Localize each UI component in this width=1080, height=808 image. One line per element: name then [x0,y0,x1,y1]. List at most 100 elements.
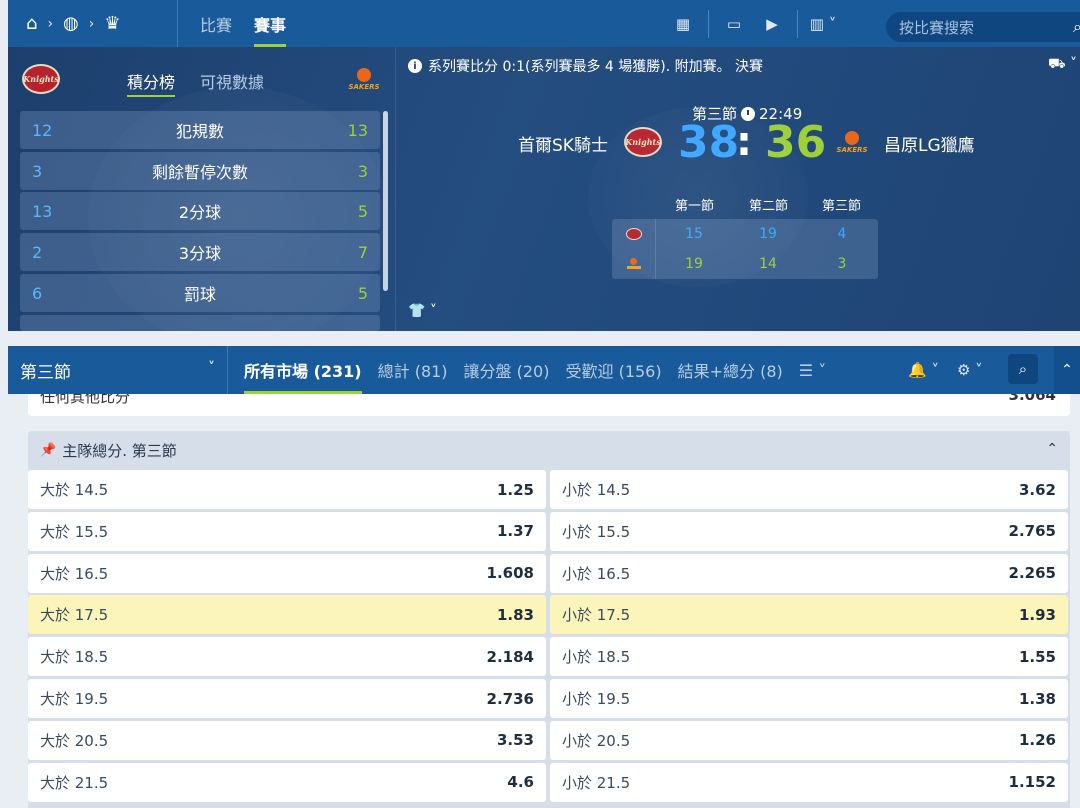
top-navigation: ⌂ › ◍ › ♛ 比賽 賽事 ▦ ▭ ▶ ▥ ˅ 按比賽搜索 ⌕ [8,0,1080,47]
search-icon[interactable]: ⌕ [1073,17,1080,37]
away-team-name: 昌原LG獵鷹 [884,136,975,156]
odds-value: 2.765 [1008,522,1056,541]
away-score: 36 [765,117,827,168]
market-search-icon[interactable]: ⌕ [1008,354,1038,384]
away-mini-logo [612,249,656,279]
series-info: i 系列賽比分 0:1(系列賽最多 4 場獲勝). 附加賽。 決賽 [408,56,763,76]
odds-label: 大於 16.5 [40,564,109,583]
over-odds-button[interactable]: 大於 16.5 1.608 [28,553,546,593]
home-team-logo: Knights [624,127,662,157]
tab-all-markets[interactable]: 所有市場 (231) [244,346,362,394]
trophy-icon[interactable]: ♛ [104,14,120,33]
odds-label: 小於 14.5 [562,481,631,499]
pin-icon[interactable]: 📌 [40,443,56,458]
tab-standings[interactable]: 積分榜 [127,69,176,97]
odds-label: 大於 18.5 [40,648,109,667]
tablet-icon[interactable]: ▭ [715,10,753,38]
odds-value: 1.37 [496,522,534,541]
list-menu-icon[interactable]: ☰ ˅ [799,346,826,394]
quarter-scores-table: 15 19 4 19 14 3 [612,219,878,279]
odds-label: 大於 21.5 [40,773,109,792]
scoreboard-icon[interactable]: ▦ [664,10,702,38]
odds-value: 1.55 [1018,647,1056,666]
divider [708,9,709,38]
quarter-header-3: 第三節 [822,199,862,214]
tab-popular[interactable]: 受歡迎 (156) [565,346,661,394]
odds-label: 大於 20.5 [40,731,109,750]
under-odds-button[interactable]: 小於 16.5 2.265 [550,553,1068,593]
odds-value: 3.53 [496,731,534,750]
home-icon[interactable]: ⌂ [26,14,37,33]
over-odds-button[interactable]: 大於 21.5 4.6 [28,762,546,802]
over-odds-button[interactable]: 大於 19.5 2.736 [28,679,546,718]
odds-label: 小於 20.5 [562,731,631,750]
under-odds-button[interactable]: 小於 15.5 2.765 [550,511,1068,551]
chevron-down-icon: ˅ [208,360,215,376]
collapse-icon[interactable]: ⌃ [1054,346,1080,394]
clock-icon [741,106,756,121]
market-title: 主隊總分. 第三節 [62,441,177,460]
quarter-header-1: 第一節 [675,199,715,214]
play-video-icon[interactable]: ▶ [753,10,791,38]
quarter-row-away: 19 14 3 [612,249,878,279]
odds-label: 大於 15.5 [40,522,109,541]
home-mini-logo [612,219,656,249]
lineup-shirt-icon[interactable]: 👕 ˅ [408,303,437,319]
stats-scrollbar[interactable] [383,111,388,291]
divider [797,9,798,38]
under-odds-button[interactable]: 小於 19.5 1.38 [550,679,1068,718]
tab-totals[interactable]: 總計 (81) [378,346,448,394]
odds-value: 1.38 [1018,689,1056,708]
gear-icon[interactable]: ⚙ ˅ [957,361,983,379]
stats-chart-icon[interactable]: ▥ ˅ [804,10,842,38]
tab-tournament[interactable]: 賽事 [254,0,287,47]
over-odds-button[interactable]: 大於 14.5 1.25 [28,470,546,509]
over-odds-button[interactable]: 大於 20.5 3.53 [28,720,546,760]
stadium-icon[interactable]: ⛟ ˅ [1048,56,1077,74]
odds-value: 1.93 [1018,605,1056,624]
tab-matches[interactable]: 比賽 [200,0,232,47]
over-odds-button[interactable]: 大於 17.5 1.83 [28,595,546,635]
home-team-name: 首爾SK騎士 [518,136,608,156]
odds-value: 3.62 [1018,480,1056,499]
search-input[interactable]: 按比賽搜索 ⌕ [886,12,1080,42]
odds-label: 小於 19.5 [562,690,631,708]
odds-value: 4.6 [507,773,534,792]
stat-row-2pt: 13 2分球 5 [20,192,380,230]
basketball-icon[interactable]: ◍ [63,14,79,33]
under-odds-button[interactable]: 小於 20.5 1.26 [550,720,1068,760]
market-section-header[interactable]: 📌 主隊總分. 第三節 ⌃ [28,431,1070,469]
scoreboard: Knights 積分榜 可視數據 SAKERS 12 犯規數 13 3 剩餘暫停… [8,47,1080,331]
stat-row-fouls: 12 犯規數 13 [20,111,380,149]
odds-value: 1.26 [1018,731,1056,750]
stat-row-free-throws: 6 罰球 5 [20,274,380,312]
under-odds-button[interactable]: 小於 21.5 1.152 [550,762,1068,802]
period-select[interactable]: 第三節 ˅ [8,346,228,394]
under-odds-button[interactable]: 小於 14.5 3.62 [550,470,1068,509]
under-odds-button[interactable]: 小於 18.5 1.55 [550,637,1068,677]
odds-value: 1.83 [496,605,534,624]
search-placeholder: 按比賽搜索 [899,18,975,37]
over-odds-button[interactable]: 大於 18.5 2.184 [28,637,546,677]
score-separator: : [736,119,752,165]
chevron-right-icon: › [47,15,54,32]
away-team-logo: SAKERS [832,127,872,157]
odds-label: 小於 15.5 [562,522,631,541]
market-tabs-bar: 第三節 ˅ 所有市場 (231) 總計 (81) 讓分盤 (20) 受歡迎 (1… [8,346,1080,394]
away-team-logo: SAKERS [344,64,384,94]
bell-icon[interactable]: 🔔 ˅ [908,361,939,379]
tab-handicap[interactable]: 讓分盤 (20) [464,346,550,394]
previous-market-row[interactable]: 任何其他比分 3.064 [28,394,1070,416]
chevron-right-icon: › [88,15,95,32]
odds-label: 小於 17.5 [562,606,631,625]
chevron-up-icon[interactable]: ⌃ [1046,441,1058,457]
odds-label: 小於 21.5 [562,773,631,792]
stat-row-3pt: 2 3分球 7 [20,233,380,271]
over-odds-button[interactable]: 大於 15.5 1.37 [28,511,546,551]
tab-visual-data[interactable]: 可視數據 [200,69,264,93]
odds-value: 2.736 [486,689,534,708]
home-score: 38 [678,117,740,168]
under-odds-button[interactable]: 小於 17.5 1.93 [550,595,1068,635]
tab-result-total[interactable]: 結果+總分 (8) [678,346,783,394]
quarter-header-2: 第二節 [749,199,789,214]
